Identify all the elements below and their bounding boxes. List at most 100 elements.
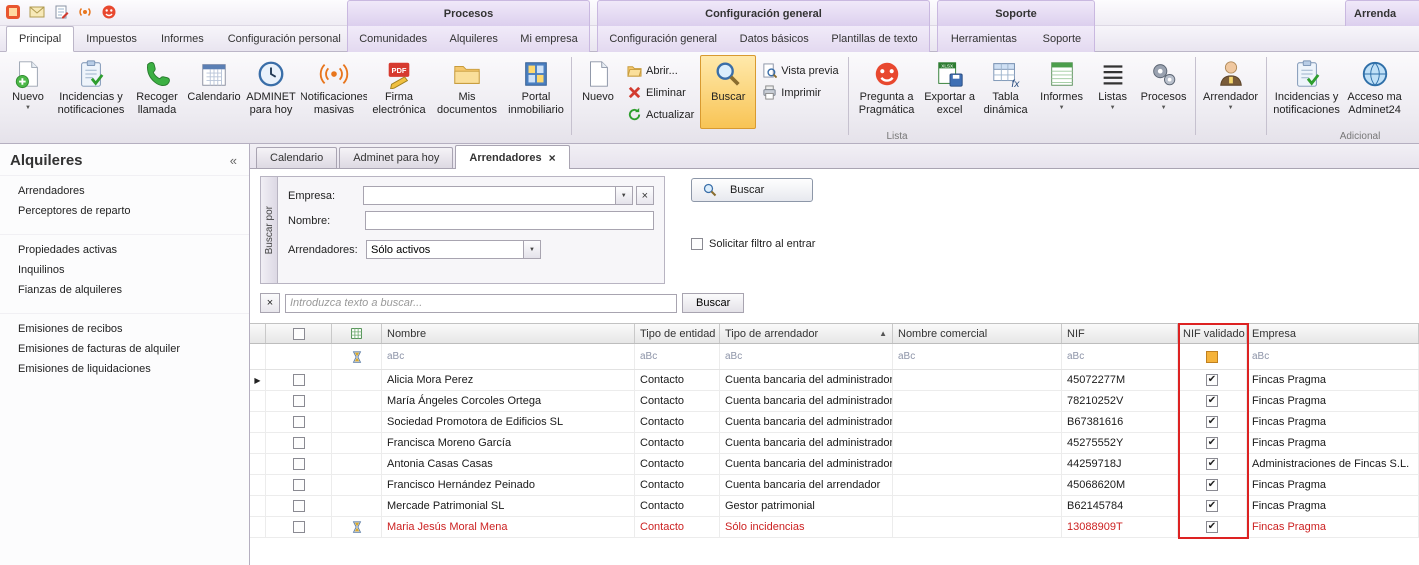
sidebar-item-arrendadores[interactable]: Arrendadores <box>0 181 249 201</box>
adminet-para-hoy-button[interactable]: ADMINET para hoy <box>242 55 300 129</box>
sidebar-item-inquilinos[interactable]: Inquilinos <box>0 260 249 280</box>
nif-validado-checkbox[interactable] <box>1206 416 1218 428</box>
table-row[interactable]: Sociedad Promotora de Edificios SL Conta… <box>250 412 1419 433</box>
tab-comunidades[interactable]: Comunidades <box>353 33 433 45</box>
listas-button[interactable]: Listas▼ <box>1090 55 1136 129</box>
sidebar-item-propiedades-activas[interactable]: Propiedades activas <box>0 240 249 260</box>
calendario-button[interactable]: Calendario <box>186 55 242 129</box>
tab-plantillas-de-texto[interactable]: Plantillas de texto <box>825 33 923 45</box>
table-row[interactable]: Francisca Moreno García Contacto Cuenta … <box>250 433 1419 454</box>
select-all-checkbox[interactable] <box>293 328 305 340</box>
abrir-button[interactable]: Abrir... <box>621 60 700 81</box>
col-header-nombre[interactable]: Nombre <box>382 324 635 343</box>
col-header-empresa[interactable]: Empresa <box>1247 324 1419 343</box>
table-row[interactable]: Antonia Casas Casas Contacto Cuenta banc… <box>250 454 1419 475</box>
tab-impuestos[interactable]: Impuestos <box>74 26 149 51</box>
nif-validado-checkbox[interactable] <box>1206 395 1218 407</box>
nif-validado-checkbox[interactable] <box>1206 458 1218 470</box>
sidebar-item-perceptores-de-reparto[interactable]: Perceptores de reparto <box>0 201 249 221</box>
tab-informes[interactable]: Informes <box>149 26 216 51</box>
nombre-input[interactable] <box>365 211 654 230</box>
row-select-checkbox[interactable] <box>293 521 305 533</box>
doc-tab-arrendadores[interactable]: Arrendadores × <box>455 145 569 169</box>
app-icon[interactable] <box>4 3 22 21</box>
sidebar-item-emisiones-de-facturas[interactable]: Emisiones de facturas de alquiler <box>0 339 249 359</box>
nif-validado-checkbox[interactable] <box>1206 521 1218 533</box>
broadcast-icon[interactable] <box>76 3 94 21</box>
exportar-excel-button[interactable]: XLSX Exportar a excel <box>922 55 978 129</box>
empresa-input[interactable] <box>363 186 616 205</box>
notificaciones-masivas-button[interactable]: Notificaciones masivas <box>300 55 368 129</box>
filter-cell-empresa[interactable]: aBc <box>1247 344 1419 369</box>
sidebar-item-fianzas-de-alquileres[interactable]: Fianzas de alquileres <box>0 280 249 300</box>
table-row[interactable]: ▶ Alicia Mora Perez Contacto Cuenta banc… <box>250 370 1419 391</box>
solicitar-filtro-checkbox-row[interactable]: Solicitar filtro al entrar <box>691 238 815 250</box>
firma-electronica-button[interactable]: PDF Firma electrónica <box>368 55 430 129</box>
row-select-checkbox[interactable] <box>293 437 305 449</box>
nif-validado-checkbox[interactable] <box>1206 437 1218 449</box>
nif-validado-checkbox[interactable] <box>1206 479 1218 491</box>
acceso-adminet24-button[interactable]: Acceso ma Adminet24 <box>1344 55 1406 129</box>
imprimir-button[interactable]: Imprimir <box>756 82 844 103</box>
tab-herramientas[interactable]: Herramientas <box>945 33 1023 45</box>
buscar-por-side-tab[interactable]: Buscar por <box>260 176 277 284</box>
empresa-clear-button[interactable]: × <box>636 186 654 205</box>
buscar-filter-button[interactable]: Buscar <box>691 178 813 202</box>
actualizar-button[interactable]: Actualizar <box>621 104 700 125</box>
tab-principal[interactable]: Principal <box>6 26 74 52</box>
informes-button[interactable]: Informes▼ <box>1034 55 1090 129</box>
notes-icon[interactable] <box>52 3 70 21</box>
tab-configuracion-general[interactable]: Configuración general <box>603 33 723 45</box>
table-row[interactable]: Maria Jesús Moral Mena Contacto Sólo inc… <box>250 517 1419 538</box>
recoger-llamada-button[interactable]: Recoger llamada <box>128 55 186 129</box>
search-input[interactable] <box>285 294 677 313</box>
sidebar-item-emisiones-de-liquidaciones[interactable]: Emisiones de liquidaciones <box>0 359 249 379</box>
row-select-checkbox[interactable] <box>293 500 305 512</box>
row-select-checkbox[interactable] <box>293 458 305 470</box>
col-header-nombre-comercial[interactable]: Nombre comercial <box>893 324 1062 343</box>
solicitar-filtro-checkbox[interactable] <box>691 238 703 250</box>
doc-tab-calendario[interactable]: Calendario <box>256 147 337 168</box>
pragmatica-face-icon[interactable] <box>100 3 118 21</box>
col-header-tipo-arrendador[interactable]: Tipo de arrendador▲ <box>720 324 893 343</box>
row-select-checkbox[interactable] <box>293 395 305 407</box>
arrendador-button[interactable]: Arrendador▼ <box>1199 55 1263 129</box>
doc-tab-adminet-para-hoy[interactable]: Adminet para hoy <box>339 147 453 168</box>
filter-cell-nombre-comercial[interactable]: aBc <box>893 344 1062 369</box>
chevron-down-icon[interactable]: ▼ <box>524 240 541 259</box>
filter-cell-nif[interactable]: aBc <box>1062 344 1178 369</box>
tab-alquileres[interactable]: Alquileres <box>444 33 504 45</box>
portal-inmobiliario-button[interactable]: Portal inmobiliario <box>504 55 568 129</box>
row-select-checkbox[interactable] <box>293 479 305 491</box>
mail-icon[interactable] <box>28 3 46 21</box>
incidencias-notificaciones-button[interactable]: Incidencias y notificaciones <box>54 55 128 129</box>
table-row[interactable]: María Ángeles Corcoles Ortega Contacto C… <box>250 391 1419 412</box>
table-row[interactable]: Francisco Hernández Peinado Contacto Cue… <box>250 475 1419 496</box>
vista-previa-button[interactable]: Vista previa <box>756 60 844 81</box>
filter-cell-nombre[interactable]: aBc <box>382 344 635 369</box>
filter-cell-tipo-arrendador[interactable]: aBc <box>720 344 893 369</box>
row-select-checkbox[interactable] <box>293 416 305 428</box>
pregunta-pragmatica-button[interactable]: Pregunta a Pragmática <box>852 55 922 129</box>
tabla-dinamica-button[interactable]: fx Tabla dinámica <box>978 55 1034 129</box>
eliminar-button[interactable]: Eliminar <box>621 82 700 103</box>
sidebar-collapse-button[interactable]: « <box>230 153 237 168</box>
nif-validado-checkbox[interactable] <box>1206 374 1218 386</box>
search-buscar-button[interactable]: Buscar <box>682 293 744 313</box>
arrendadores-select[interactable] <box>366 240 524 259</box>
nif-validado-filter-checkbox[interactable] <box>1206 351 1218 363</box>
search-clear-button[interactable]: × <box>260 293 280 313</box>
tab-datos-basicos[interactable]: Datos básicos <box>734 33 815 45</box>
tab-mi-empresa[interactable]: Mi empresa <box>514 33 583 45</box>
col-header-tipo-entidad[interactable]: Tipo de entidad <box>635 324 720 343</box>
sidebar-item-emisiones-de-recibos[interactable]: Emisiones de recibos <box>0 319 249 339</box>
row-select-checkbox[interactable] <box>293 374 305 386</box>
chevron-down-icon[interactable]: ▼ <box>616 186 633 205</box>
procesos-button[interactable]: Procesos▼ <box>1136 55 1192 129</box>
mis-documentos-button[interactable]: Mis documentos <box>430 55 504 129</box>
incidencias-notificaciones-2-button[interactable]: Incidencias y notificaciones <box>1270 55 1344 129</box>
col-header-nif[interactable]: NIF <box>1062 324 1178 343</box>
col-header-nif-validado[interactable]: NIF validado <box>1178 324 1247 343</box>
table-row[interactable]: Mercade Patrimonial SL Contacto Gestor p… <box>250 496 1419 517</box>
nuevo-button[interactable]: Nuevo▼ <box>2 55 54 129</box>
